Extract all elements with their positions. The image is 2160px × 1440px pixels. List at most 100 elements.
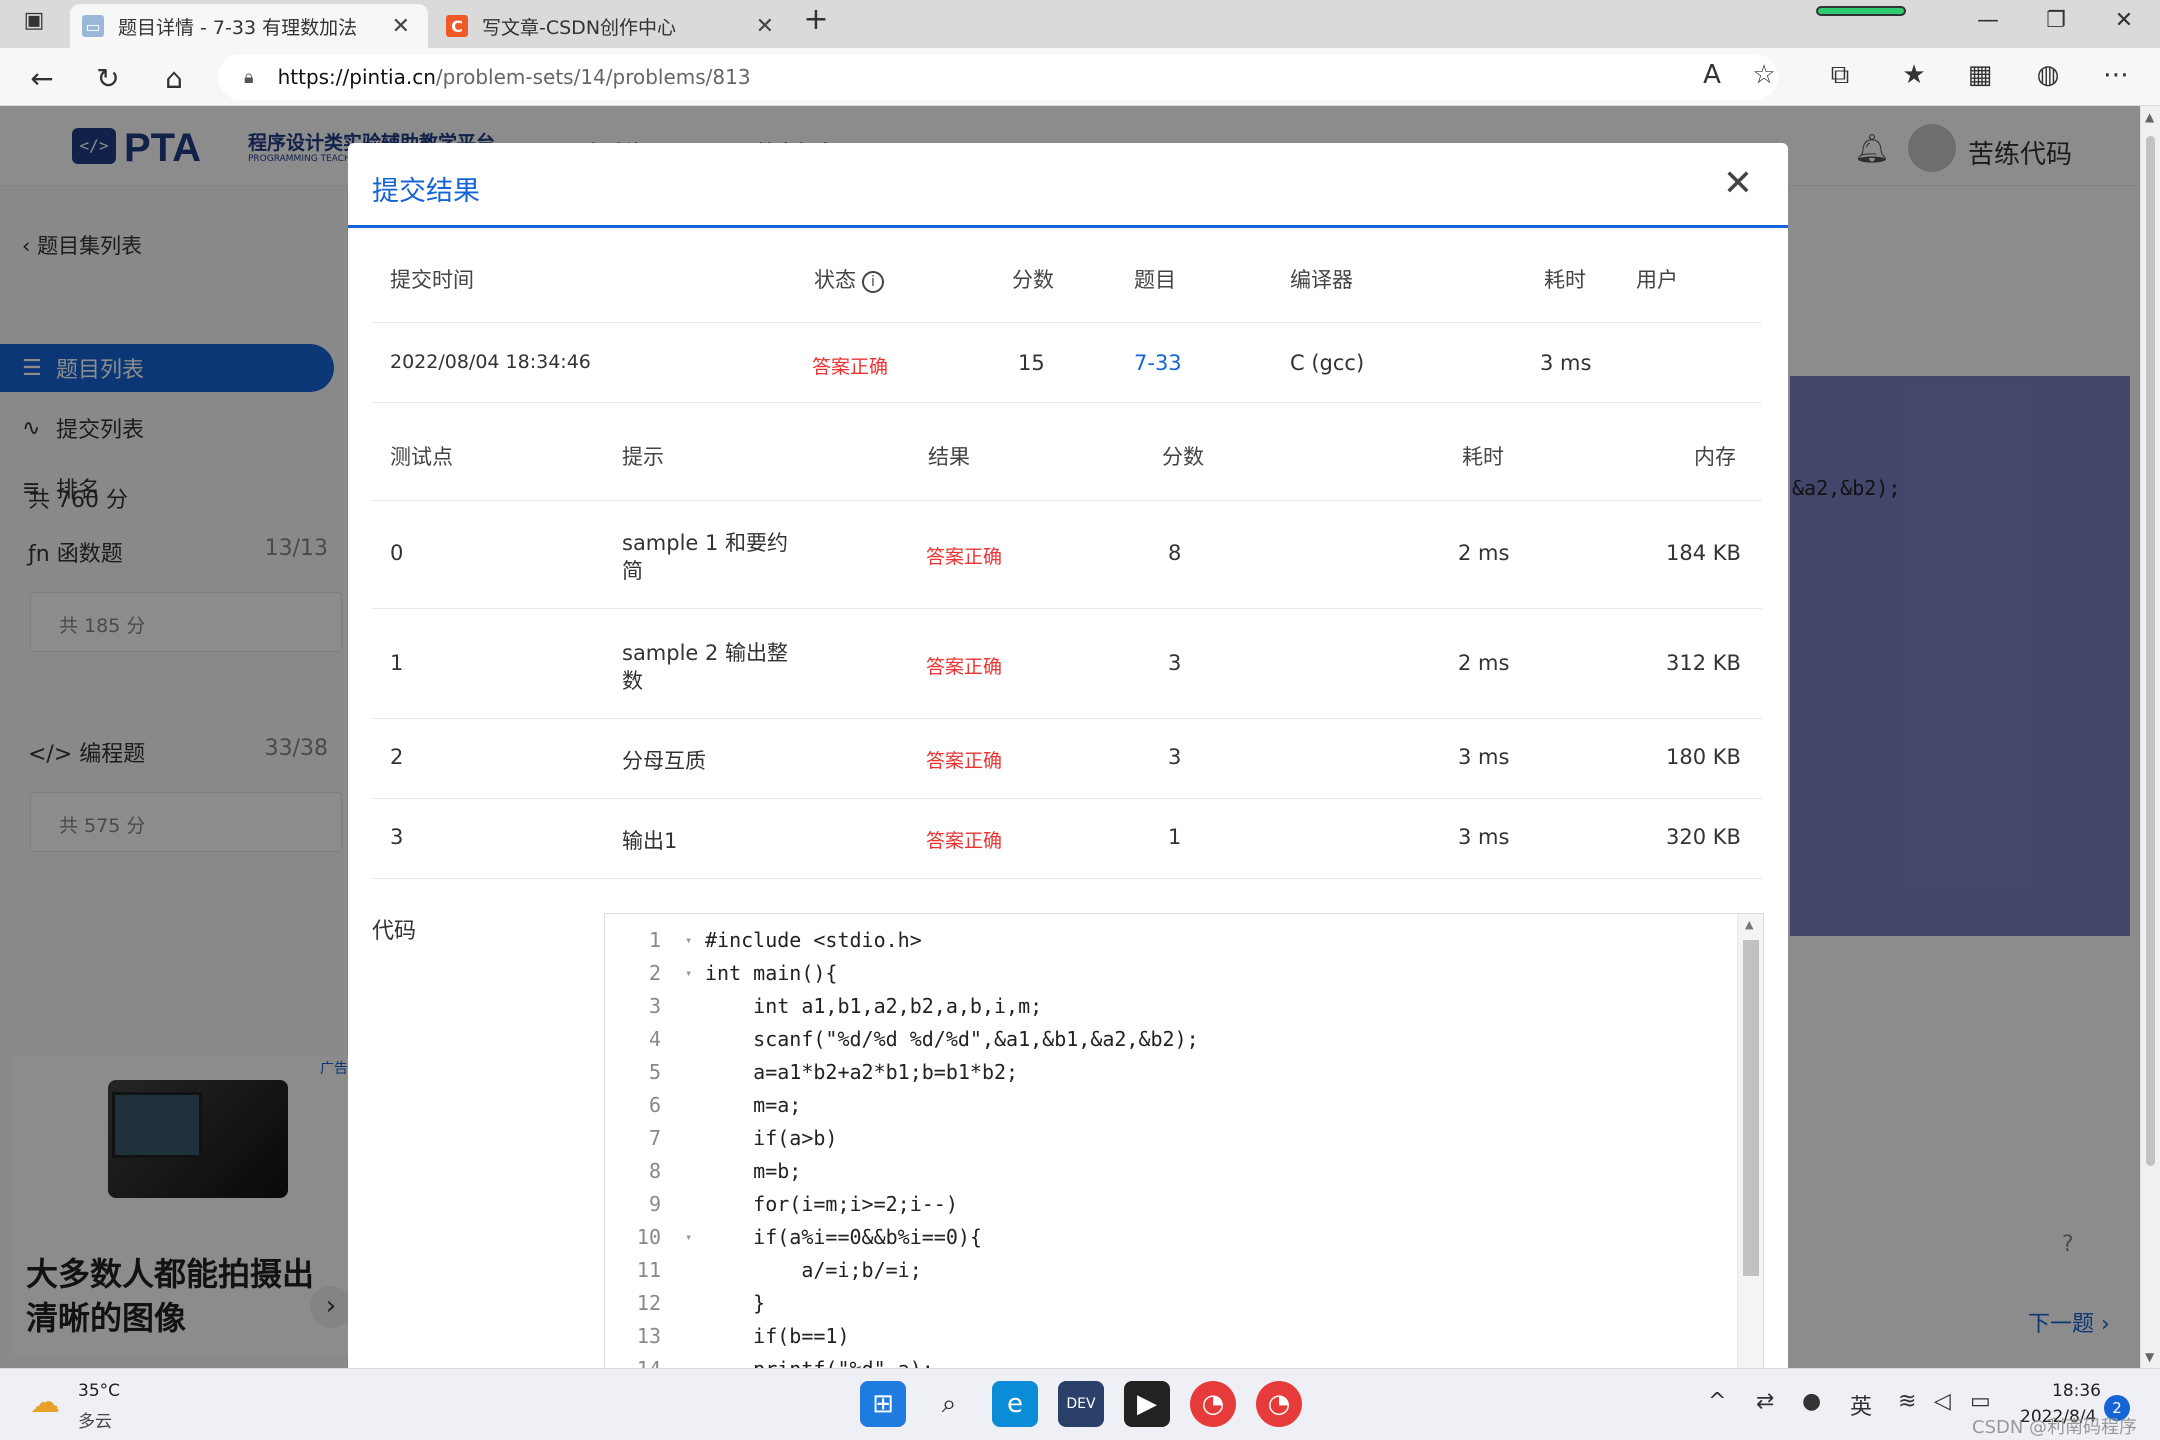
add-favorite-icon[interactable]: ☆ — [1746, 60, 1782, 90]
line-number: 8 — [648, 1159, 661, 1183]
test-result: 答案正确 — [926, 546, 1003, 568]
modal-title: 提交结果 — [372, 176, 480, 207]
url-host: https://pintia.cn — [277, 65, 436, 89]
home-icon[interactable]: ⌂ — [154, 58, 194, 98]
collections-icon[interactable]: ▦ — [1962, 60, 1998, 90]
minimize-icon[interactable]: — — [1968, 8, 2008, 33]
code-label: 代码 — [372, 919, 417, 944]
test-id: 2 — [390, 745, 404, 769]
battery-icon[interactable]: ▭ — [1970, 1389, 1991, 1414]
test-score: 1 — [1168, 825, 1182, 849]
header-time: 耗时 — [1462, 445, 1504, 469]
test-score: 3 — [1168, 745, 1182, 769]
header-compiler: 编译器 — [1290, 268, 1353, 292]
edge-icon[interactable]: e — [992, 1381, 1038, 1427]
code-line: 6 m=a; — [605, 1089, 1735, 1122]
clock-time[interactable]: 18:36 — [2052, 1381, 2101, 1401]
line-number: 13 — [636, 1324, 661, 1348]
restore-icon[interactable]: ❐ — [2036, 8, 2076, 33]
profile-icon[interactable]: ◍ — [2030, 60, 2066, 90]
os-taskbar: ☁ 35°C 多云 ⊞ ⌕ e DEV ▶ ◔ ◔ ^ ⇄ ● 英 ≋ ◁ ▭ … — [0, 1368, 2160, 1440]
start-icon[interactable]: ⊞ — [860, 1381, 906, 1427]
scrollbar-thumb[interactable] — [2146, 136, 2155, 1166]
volume-icon[interactable]: ◁ — [1934, 1389, 1951, 1414]
line-number: 1 — [648, 928, 661, 952]
tab-actions-icon[interactable]: ▣ — [14, 8, 54, 33]
code-scrollbar[interactable]: ▲ — [1737, 914, 1763, 1368]
code-text: int a1,b1,a2,b2,a,b,i,m; — [705, 994, 1043, 1018]
info-icon[interactable]: i — [862, 271, 884, 293]
devcpp-icon[interactable]: DEV — [1058, 1381, 1104, 1427]
code-line: 12 } — [605, 1287, 1735, 1320]
compiler-value: C (gcc) — [1290, 351, 1365, 375]
browser-tab-csdn[interactable]: C 写文章-CSDN创作中心 ✕ — [434, 4, 792, 48]
submission-result-modal: 提交结果 ✕ 提交时间 状态 i 分数 题目 编译器 耗时 用户 2022/08/… — [348, 143, 1788, 1368]
scroll-down-icon[interactable]: ▼ — [2145, 1350, 2154, 1364]
test-memory: 320 KB — [1666, 825, 1741, 849]
header-memory: 内存 — [1694, 445, 1736, 469]
scroll-up-icon[interactable]: ▲ — [2145, 110, 2154, 124]
line-number: 3 — [648, 994, 661, 1018]
line-number: 12 — [636, 1291, 661, 1315]
test-hint: sample 2 输出整 — [622, 641, 789, 665]
fold-icon[interactable]: ▾ — [685, 1221, 692, 1254]
app-icon[interactable]: ◔ — [1256, 1381, 1302, 1427]
browser-tab-pta[interactable]: ▭ 题目详情 - 7-33 有理数加法 ✕ — [70, 4, 428, 48]
header-score: 分数 — [1162, 445, 1204, 469]
close-tab-icon[interactable]: ✕ — [392, 14, 410, 39]
test-header-row: 测试点 提示 结果 分数 耗时 内存 — [372, 403, 1762, 501]
weather-temp[interactable]: 35°C — [78, 1381, 120, 1401]
test-hint-cont: 简 — [622, 559, 643, 583]
header-elapsed: 耗时 — [1544, 268, 1586, 292]
header-test-point: 测试点 — [390, 445, 453, 469]
line-number: 9 — [648, 1192, 661, 1216]
address-bar[interactable]: 🔒︎ https://pintia.cn/problem-sets/14/pro… — [218, 54, 1778, 100]
media-icon[interactable]: ▶ — [1124, 1381, 1170, 1427]
scroll-up-icon[interactable]: ▲ — [1745, 918, 1753, 931]
more-icon[interactable]: ⋯ — [2098, 60, 2134, 90]
code-text: a=a1*b2+a2*b1;b=b1*b2; — [705, 1060, 1019, 1084]
lock-icon[interactable]: 🔒︎ — [244, 67, 254, 88]
code-text: for(i=m;i>=2;i--) — [705, 1192, 958, 1216]
header-submit-time: 提交时间 — [390, 268, 474, 292]
page-scrollbar[interactable]: ▲ ▼ — [2140, 106, 2160, 1368]
weather-cloud-icon[interactable]: ☁ — [30, 1385, 60, 1420]
test-memory: 180 KB — [1666, 745, 1741, 769]
line-number: 6 — [648, 1093, 661, 1117]
test-score: 3 — [1168, 651, 1182, 675]
close-icon[interactable]: ✕ — [1718, 163, 1758, 204]
extensions-icon[interactable]: ⧉ — [1822, 60, 1858, 91]
test-time: 2 ms — [1458, 541, 1510, 565]
problem-link[interactable]: 7-33 — [1134, 351, 1182, 375]
ime-indicator[interactable]: 英 — [1850, 1389, 1872, 1421]
settings-icon[interactable]: ⇄ — [1756, 1389, 1774, 1414]
code-text: m=a; — [705, 1093, 802, 1117]
read-aloud-icon[interactable]: A — [1694, 60, 1730, 90]
search-icon[interactable]: ⌕ — [926, 1381, 972, 1427]
window-close-icon[interactable]: ✕ — [2104, 8, 2144, 33]
wifi-icon[interactable]: ≋ — [1898, 1389, 1916, 1414]
favorites-icon[interactable]: ★ — [1896, 60, 1932, 90]
reload-icon[interactable]: ↻ — [88, 58, 128, 98]
code-text: } — [705, 1291, 766, 1315]
app-tray-icon[interactable]: ● — [1802, 1389, 1821, 1414]
code-text: #include <stdio.h> — [705, 928, 922, 952]
fold-icon[interactable]: ▾ — [685, 957, 692, 990]
code-text: m=b; — [705, 1159, 802, 1183]
code-scrollbar-thumb[interactable] — [1743, 940, 1759, 1276]
submit-time: 2022/08/04 18:34:46 — [390, 351, 591, 373]
app-icon[interactable]: ◔ — [1190, 1381, 1236, 1427]
line-number: 2 — [648, 961, 661, 985]
fold-icon[interactable]: ▾ — [685, 924, 692, 957]
score-value: 15 — [1018, 351, 1045, 375]
new-tab-icon[interactable]: + — [796, 2, 836, 37]
back-icon[interactable]: ← — [22, 58, 62, 98]
test-hint-cont: 数 — [622, 669, 643, 693]
code-line: 9 for(i=m;i>=2;i--) — [605, 1188, 1735, 1221]
weather-desc[interactable]: 多云 — [78, 1407, 112, 1432]
close-tab-icon[interactable]: ✕ — [756, 14, 774, 39]
browser-tabstrip: ▣ ▭ 题目详情 - 7-33 有理数加法 ✕ C 写文章-CSDN创作中心 ✕… — [0, 0, 2160, 48]
chevron-up-icon[interactable]: ^ — [1708, 1389, 1726, 1414]
summary-row: 2022/08/04 18:34:46 答案正确 15 7-33 C (gcc)… — [372, 323, 1762, 403]
code-viewer[interactable]: 1 ▾ #include <stdio.h> 2 ▾ int main(){3 int a… — [604, 913, 1764, 1368]
